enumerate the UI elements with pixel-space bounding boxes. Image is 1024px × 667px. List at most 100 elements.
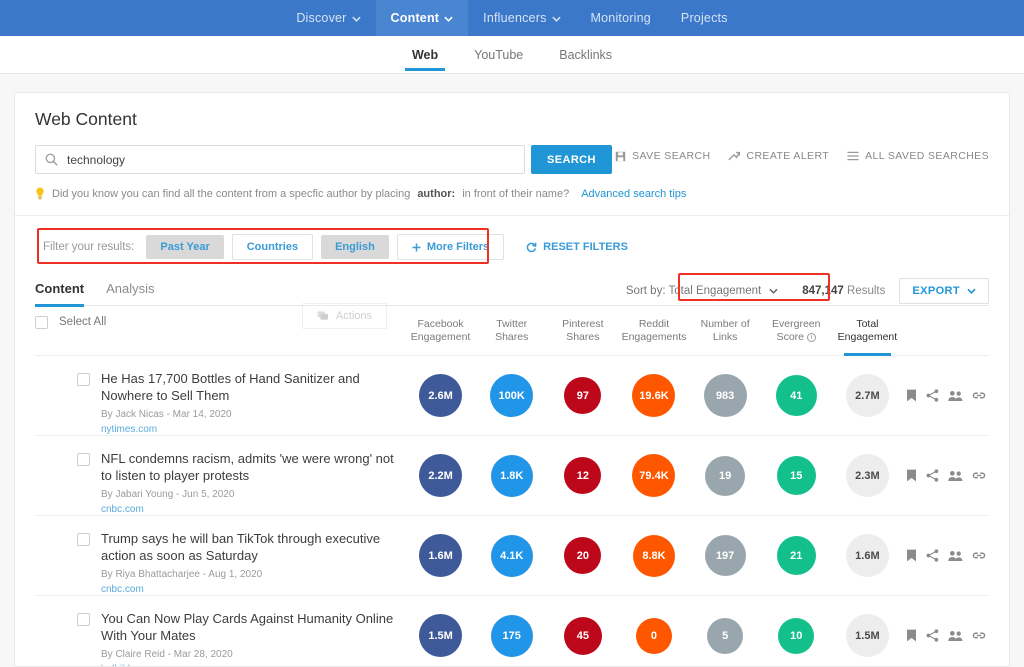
metric-bubble-reddit[interactable]: 0 [635, 617, 672, 654]
subnav-item-youtube[interactable]: YouTube [470, 38, 527, 71]
bookmark-icon[interactable] [906, 389, 917, 402]
filter-chip-more-filters[interactable]: More Filters [396, 234, 505, 260]
metric-bubble-links[interactable]: 197 [704, 535, 746, 576]
column-header-pinterest[interactable]: Pinterest Shares [547, 318, 618, 355]
bookmark-icon[interactable] [906, 469, 917, 482]
column-header-reddit[interactable]: Reddit Engagements [618, 318, 689, 355]
share-icon[interactable] [926, 389, 939, 402]
info-icon[interactable]: i [806, 333, 816, 342]
article-domain-link[interactable]: cnbc.com [101, 504, 405, 515]
column-header-twitter[interactable]: Twitter Shares [476, 318, 547, 355]
bookmark-icon[interactable] [906, 549, 917, 562]
metric-bubble-total[interactable]: 2.3M [845, 454, 889, 497]
metric-cell-links: 197 [690, 535, 761, 576]
article-title[interactable]: Trump says he will ban TikTok through ex… [101, 530, 405, 564]
metric-bubble-facebook[interactable]: 2.6M [419, 374, 463, 417]
metric-bubble-links[interactable]: 5 [707, 617, 744, 654]
share-icon[interactable] [926, 469, 939, 482]
metric-bubble-pinterest[interactable]: 20 [564, 537, 602, 574]
chevron-down-icon [551, 16, 561, 22]
row-checkbox[interactable] [77, 613, 90, 626]
metric-bubble-pinterest[interactable]: 97 [564, 377, 602, 414]
metric-bubble-facebook[interactable]: 2.2M [419, 454, 463, 497]
metric-bubble-evergreen[interactable]: 10 [778, 617, 815, 654]
sort-by-dropdown[interactable]: Sort by: Total Engagement [616, 280, 788, 302]
select-all-checkbox[interactable] [35, 315, 48, 329]
page-title: Web Content [35, 109, 137, 129]
link-icon[interactable] [972, 630, 986, 641]
metric-bubble-total[interactable]: 1.6M [845, 534, 889, 577]
filter-chip-reset-filters[interactable]: RESET FILTERS [512, 235, 642, 259]
metric-bubble-reddit[interactable]: 19.6K [632, 374, 676, 417]
search-input[interactable] [67, 152, 515, 167]
subnav-item-backlinks[interactable]: Backlinks [555, 38, 616, 71]
article-title[interactable]: He Has 17,700 Bottles of Hand Sanitizer … [101, 370, 405, 404]
metric-bubble-twitter[interactable]: 1.8K [490, 454, 533, 497]
nav-item-content[interactable]: Content [375, 0, 469, 36]
article-title[interactable]: You Can Now Play Cards Against Humanity … [101, 610, 405, 644]
metric-bubble-evergreen[interactable]: 41 [775, 375, 817, 416]
all-saved-searches-button[interactable]: ALL SAVED SEARCHES [847, 150, 989, 162]
metric-bubble-evergreen[interactable]: 15 [776, 456, 816, 495]
column-header-evergreen[interactable]: Evergreen Score i [761, 318, 832, 355]
metric-cell-total: 1.6M [832, 534, 903, 577]
column-header-facebook[interactable]: Facebook Engagement [405, 318, 476, 355]
metric-bubble-pinterest[interactable]: 45 [563, 616, 602, 655]
column-header-number-of[interactable]: Number of Links [690, 318, 761, 355]
row-checkbox[interactable] [77, 533, 90, 546]
article-domain-link[interactable]: cnbc.com [101, 584, 405, 595]
results-word: Results [847, 284, 886, 297]
metric-bubble-links[interactable]: 19 [705, 455, 746, 496]
nav-item-discover[interactable]: Discover [281, 0, 375, 36]
bookmark-icon[interactable] [906, 629, 917, 642]
metric-bubble-twitter[interactable]: 4.1K [490, 534, 533, 577]
metric-bubble-twitter[interactable]: 100K [490, 374, 534, 417]
article-title[interactable]: NFL condemns racism, admits 'we were wro… [101, 450, 405, 484]
column-header-line2: Engagement [837, 331, 898, 343]
link-icon[interactable] [972, 550, 986, 561]
metric-bubble-reddit[interactable]: 8.8K [632, 534, 675, 577]
tab-content[interactable]: Content [35, 276, 85, 307]
metric-cell-reddit: 79.4K [618, 454, 689, 497]
metric-bubble-facebook[interactable]: 1.5M [419, 614, 463, 657]
influencers-icon[interactable] [948, 630, 963, 642]
nav-item-influencers[interactable]: Influencers [468, 0, 575, 36]
create-alert-button[interactable]: CREATE ALERT [728, 150, 829, 162]
metric-bubble-facebook[interactable]: 1.6M [419, 534, 463, 577]
metric-bubble-total[interactable]: 2.7M [845, 374, 889, 417]
metric-bubble-reddit[interactable]: 79.4K [632, 454, 676, 497]
alert-arrow-icon [728, 151, 741, 162]
metric-bubble-pinterest[interactable]: 12 [564, 457, 602, 494]
export-button[interactable]: EXPORT [899, 277, 989, 304]
save-search-button[interactable]: SAVE SEARCH [615, 150, 710, 162]
metric-bubble-evergreen[interactable]: 21 [776, 536, 816, 575]
search-button[interactable]: SEARCH [531, 145, 612, 174]
metric-bubble-links[interactable]: 983 [703, 374, 747, 417]
share-icon[interactable] [926, 629, 939, 642]
nav-item-projects[interactable]: Projects [666, 0, 743, 36]
tip-bold: author: [417, 187, 456, 200]
advanced-search-tips-link[interactable]: Advanced search tips [581, 188, 686, 200]
filter-chip-label: More Filters [426, 241, 490, 253]
share-icon[interactable] [926, 549, 939, 562]
filter-chip-countries[interactable]: Countries [231, 234, 314, 260]
nav-item-monitoring[interactable]: Monitoring [576, 0, 666, 36]
influencers-icon[interactable] [948, 390, 963, 402]
search-input-wrapper[interactable] [35, 145, 525, 174]
actions-button[interactable]: Actions [301, 303, 387, 329]
metric-cell-evergreen: 15 [761, 456, 832, 495]
subnav-item-web[interactable]: Web [404, 38, 446, 71]
filter-chip-english[interactable]: English [321, 235, 389, 259]
column-header-total[interactable]: Total Engagement [832, 318, 903, 356]
influencers-icon[interactable] [948, 470, 963, 482]
link-icon[interactable] [972, 470, 986, 481]
metric-bubble-total[interactable]: 1.5M [845, 614, 889, 657]
influencers-icon[interactable] [948, 550, 963, 562]
row-checkbox[interactable] [77, 453, 90, 466]
filter-chip-past-year[interactable]: Past Year [146, 235, 224, 259]
row-checkbox[interactable] [77, 373, 90, 386]
metric-bubble-twitter[interactable]: 175 [490, 614, 533, 657]
link-icon[interactable] [972, 390, 986, 401]
tab-analysis[interactable]: Analysis [106, 276, 154, 306]
article-domain-link[interactable]: nytimes.com [101, 424, 405, 435]
